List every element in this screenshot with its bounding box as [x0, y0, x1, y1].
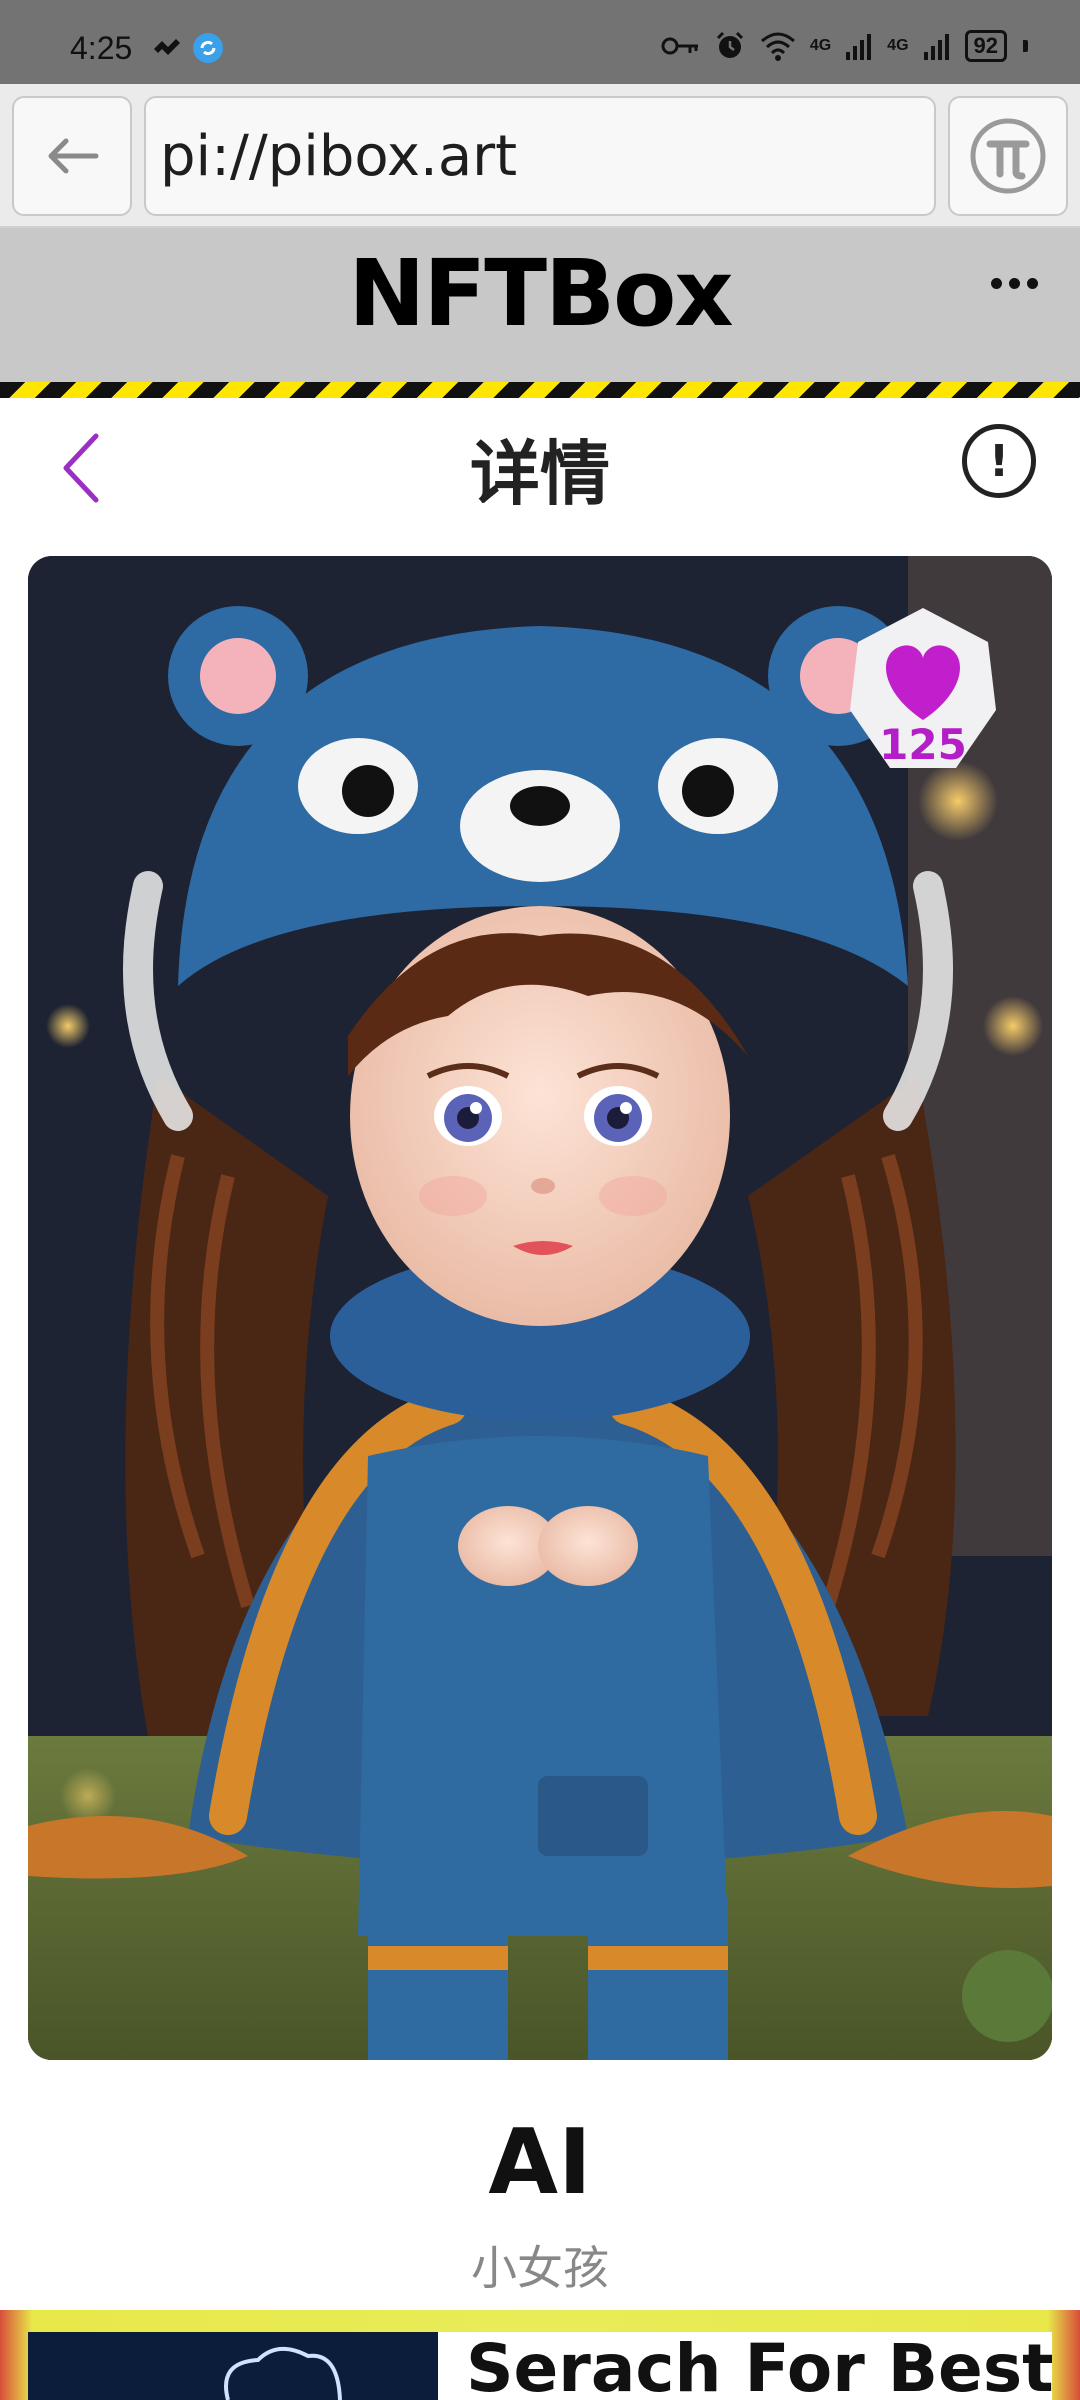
ad-content: Serach For Best: [28, 2332, 1052, 2400]
ad-banner[interactable]: Serach For Best: [0, 2310, 1080, 2400]
more-dots-icon[interactable]: [991, 278, 1038, 289]
browser-back-button[interactable]: [12, 96, 132, 216]
arrow-left-icon: [48, 138, 99, 174]
nft-description: 小女孩: [471, 2241, 609, 2295]
page-nav: 详情 !: [0, 398, 1080, 528]
hazard-stripe-divider: [0, 382, 1080, 398]
sync-icon: [193, 33, 223, 63]
url-text: pi://pibox.art: [160, 123, 518, 189]
pi-wallet-button[interactable]: [948, 96, 1068, 216]
battery-indicator: 92: [964, 30, 1007, 62]
ad-text: Serach For Best: [466, 2332, 1052, 2400]
network-type-1: 4G: [809, 37, 832, 54]
nft-artwork-image[interactable]: [28, 556, 1052, 2060]
nft-name: AI: [488, 2110, 592, 2215]
battery-cap: [1023, 40, 1028, 52]
wifi-icon: [760, 32, 795, 61]
pinwheel-icon: [154, 39, 180, 55]
url-field[interactable]: pi://pibox.art: [144, 96, 936, 216]
signal-icon-2: [923, 34, 949, 60]
ad-image: [28, 2332, 438, 2400]
info-circle-icon[interactable]: !: [962, 424, 1036, 498]
status-bar: 4:25 4G 4G 92: [0, 0, 1080, 84]
browser-bar: pi://pibox.art: [0, 84, 1080, 228]
app-header: NFTBox: [0, 228, 1080, 382]
signal-icon-1: [846, 34, 872, 60]
app-title: NFTBox: [348, 240, 733, 347]
like-count: 125: [879, 720, 967, 769]
status-time: 4:25: [70, 30, 133, 66]
pi-network-icon: [970, 118, 1046, 194]
network-type-2: 4G: [887, 37, 909, 54]
status-notifications: [152, 32, 224, 64]
key-icon: [661, 37, 698, 55]
battery-level: 92: [973, 33, 998, 58]
page-title: 详情: [470, 433, 610, 515]
status-indicators: 4G 4G 92: [660, 30, 1028, 62]
alarm-icon: [716, 31, 743, 58]
